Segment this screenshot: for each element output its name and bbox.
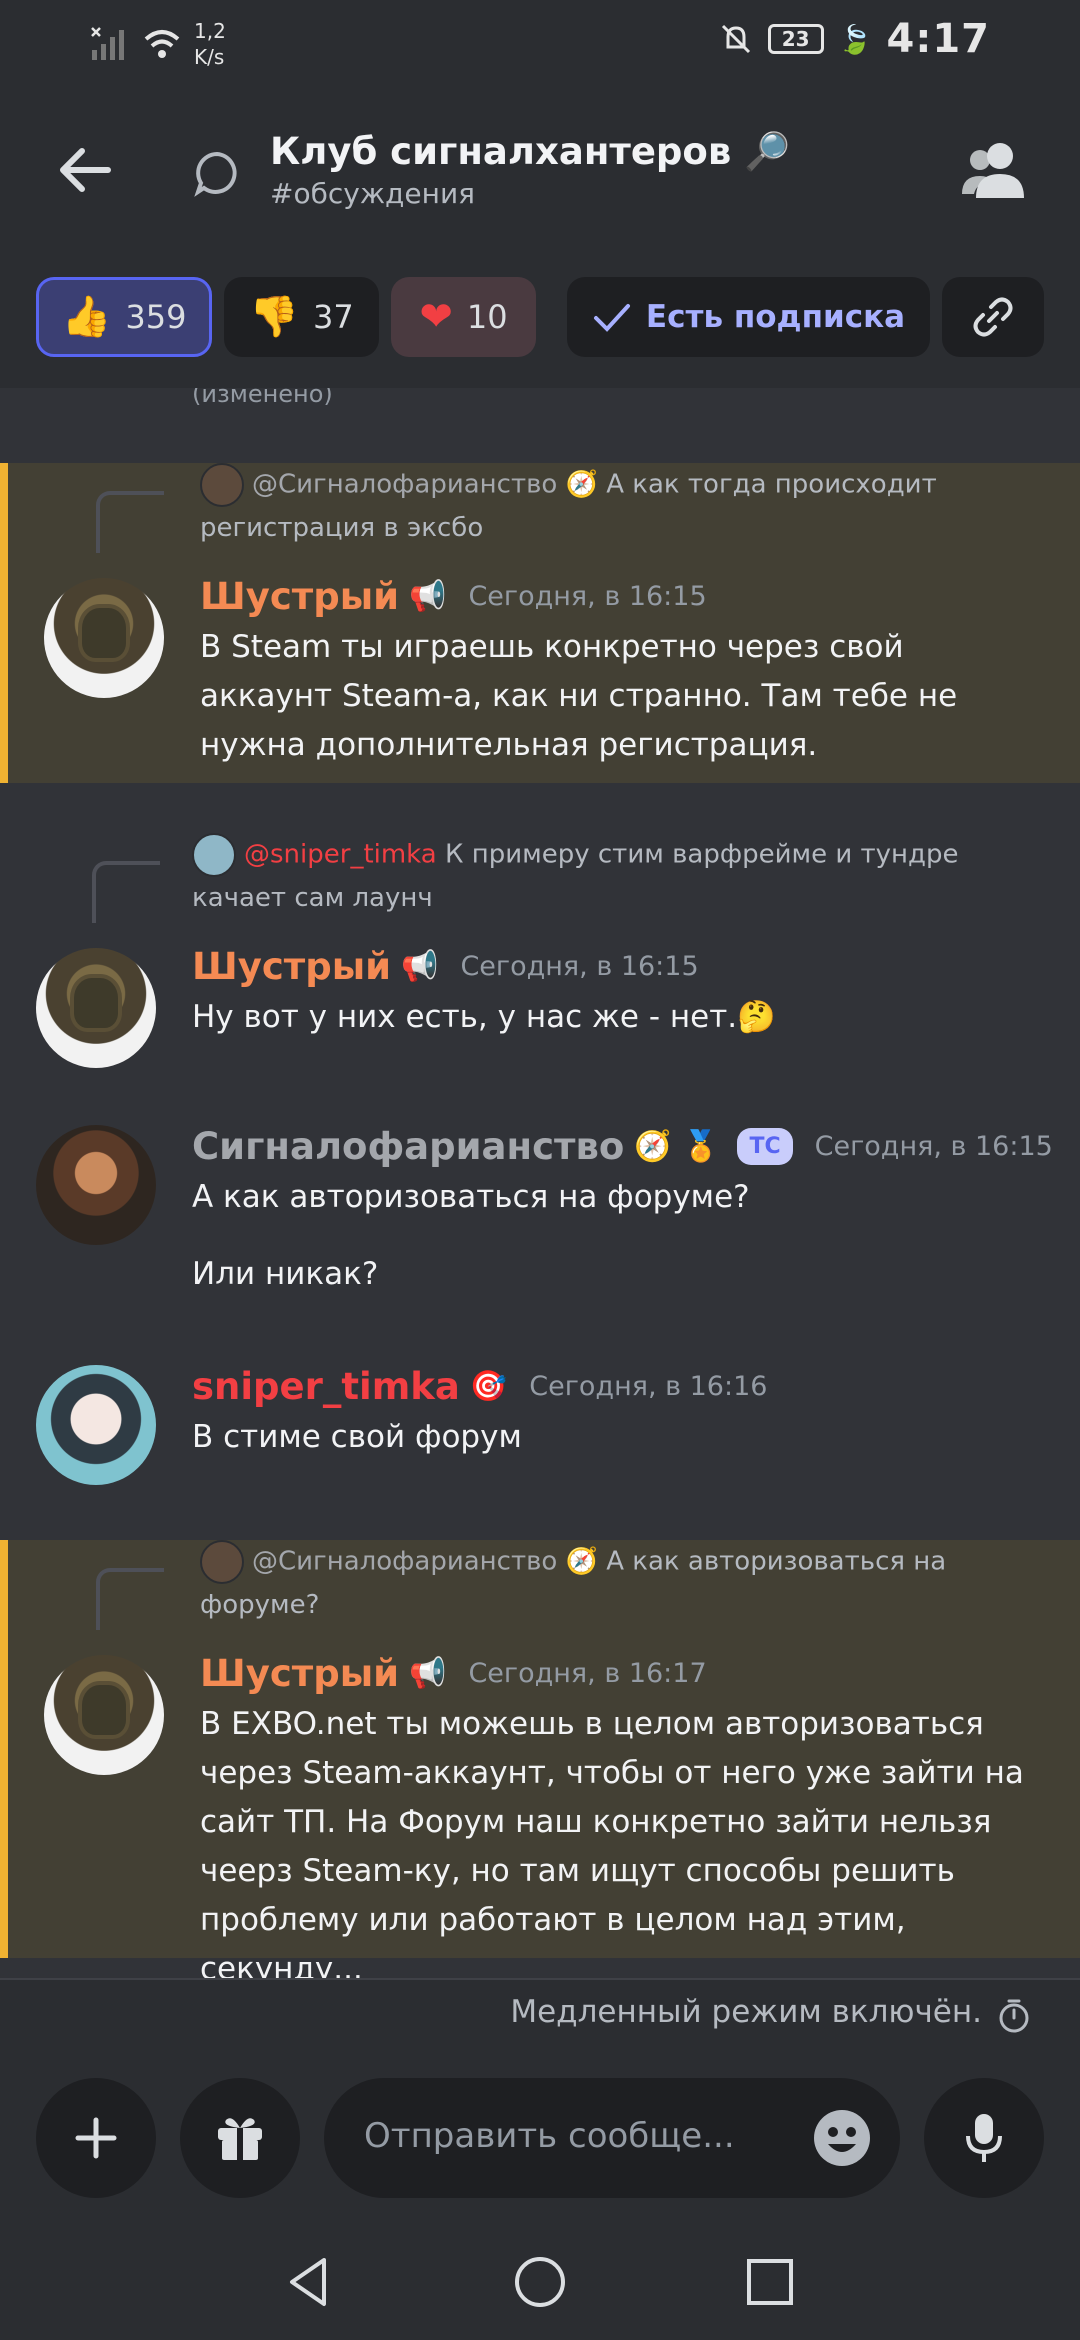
reaction-bar: 👍 359 👎 37 ❤ 10 Есть подписка bbox=[0, 255, 1080, 388]
microphone-icon bbox=[966, 2114, 1002, 2162]
message-list[interactable]: (изменено) @Сигналофарианство 🧭 А как то… bbox=[0, 388, 1080, 2058]
thread-title[interactable]: Клуб сигналхантеров 🔎 bbox=[270, 130, 790, 174]
timestamp: Сегодня, в 16:15 bbox=[814, 1131, 1053, 1162]
message-text: А как авторизоваться на форуме? bbox=[192, 1179, 750, 1215]
leaf-icon: 🍃 bbox=[837, 22, 873, 56]
reply-preview[interactable]: @sniper_timka К примеру стим варфрейме и… bbox=[192, 833, 1020, 920]
gift-icon bbox=[218, 2118, 262, 2160]
voice-message-button[interactable] bbox=[924, 2078, 1044, 2198]
megaphone-icon: 📢 bbox=[401, 948, 439, 984]
message-header: sniper_timka 🎯 Сегодня, в 16:16 bbox=[192, 1365, 767, 1408]
bell-muted-icon bbox=[721, 24, 750, 54]
follow-button[interactable]: Есть подписка bbox=[567, 277, 930, 357]
message-text: Ну вот у них есть, у нас же - нет.🤔 bbox=[192, 999, 776, 1035]
reply-author: @Сигналофарианство 🧭 bbox=[252, 469, 598, 500]
reply-author: @Сигналофарианство 🧭 bbox=[252, 1546, 598, 1577]
author-name[interactable]: sniper_timka bbox=[192, 1365, 460, 1408]
nav-home-icon[interactable] bbox=[510, 2252, 570, 2312]
follow-label: Есть подписка bbox=[645, 299, 906, 335]
signal-icon bbox=[91, 27, 124, 60]
message[interactable]: @Сигналофарианство 🧭 А как авторизоватьс… bbox=[0, 1540, 1080, 1987]
message-composer: Отправить сообще... bbox=[0, 2050, 1080, 2220]
timestamp: Сегодня, в 16:16 bbox=[529, 1371, 768, 1402]
thread-icon bbox=[194, 151, 237, 197]
nav-recents-icon[interactable] bbox=[740, 2252, 800, 2312]
link-icon bbox=[973, 297, 1013, 337]
badge-icons: 🧭 🏅 bbox=[634, 1128, 720, 1164]
reply-avatar bbox=[200, 1540, 244, 1584]
nav-back-icon[interactable] bbox=[280, 2252, 340, 2312]
author-name[interactable]: Шустрый bbox=[200, 1652, 399, 1695]
reply-author: @sniper_timka bbox=[244, 839, 437, 870]
checkmark-icon bbox=[593, 304, 630, 332]
members-icon[interactable] bbox=[960, 138, 1030, 202]
message-header: Шустрый 📢 Сегодня, в 16:15 bbox=[200, 575, 707, 618]
timestamp: Сегодня, в 16:17 bbox=[468, 1658, 707, 1689]
status-bar: 1,2 K/s 23 🍃 4:17 bbox=[0, 0, 1080, 80]
channel-name[interactable]: #обсуждения bbox=[270, 177, 475, 210]
reaction-dislike[interactable]: 👎 37 bbox=[224, 277, 379, 357]
channel-header: Клуб сигналхантеров 🔎 #обсуждения bbox=[0, 80, 1080, 255]
timer-icon bbox=[999, 1999, 1029, 2033]
target-badge-icon: 🎯 bbox=[469, 1368, 508, 1404]
avatar[interactable] bbox=[44, 1655, 164, 1775]
avatar[interactable] bbox=[36, 948, 156, 1068]
battery-indicator: 23 bbox=[767, 24, 824, 54]
message-text: В стиме свой форум bbox=[192, 1419, 522, 1455]
message[interactable]: @sniper_timka К примеру стим варфрейме и… bbox=[0, 833, 1080, 1073]
message-header: Шустрый 📢 Сегодня, в 16:17 bbox=[200, 1652, 707, 1695]
plus-icon bbox=[75, 2117, 117, 2159]
megaphone-icon: 📢 bbox=[409, 1655, 447, 1691]
net-speed: 1,2 K/s bbox=[194, 19, 226, 69]
reply-preview[interactable]: @Сигналофарианство 🧭 А как авторизоватьс… bbox=[200, 1540, 1020, 1627]
reply-preview[interactable]: @Сигналофарианство 🧭 А как тогда происхо… bbox=[200, 463, 1020, 550]
avatar[interactable] bbox=[36, 1125, 156, 1245]
heart-icon: ❤ bbox=[419, 294, 453, 340]
slow-mode-text: Медленный режим включён. bbox=[510, 1994, 982, 2030]
megaphone-icon: 📢 bbox=[409, 578, 447, 614]
message[interactable]: Сигналофарианство 🧭 🏅 TC Сегодня, в 16:1… bbox=[0, 1125, 1080, 1325]
reaction-count: 10 bbox=[466, 298, 508, 336]
reply-avatar bbox=[200, 463, 244, 507]
message[interactable]: @Сигналофарианство 🧭 А как тогда происхо… bbox=[0, 463, 1080, 783]
clock: 4:17 bbox=[886, 16, 990, 62]
role-badge: TC bbox=[737, 1128, 793, 1165]
gift-button[interactable] bbox=[180, 2078, 300, 2198]
message-header: Сигналофарианство 🧭 🏅 TC Сегодня, в 16:1… bbox=[192, 1125, 1053, 1168]
thumbs-down-icon: 👎 bbox=[249, 294, 300, 340]
message[interactable]: sniper_timka 🎯 Сегодня, в 16:16 В стиме … bbox=[0, 1365, 1080, 1485]
attach-button[interactable] bbox=[36, 2078, 156, 2198]
copy-link-button[interactable] bbox=[942, 277, 1044, 357]
author-name[interactable]: Шустрый bbox=[192, 945, 391, 988]
message-header: Шустрый 📢 Сегодня, в 16:15 bbox=[192, 945, 699, 988]
slow-mode-notice: Медленный режим включён. bbox=[0, 1978, 1080, 2050]
author-name[interactable]: Сигналофарианство bbox=[192, 1125, 624, 1168]
reaction-heart[interactable]: ❤ 10 bbox=[391, 277, 536, 357]
author-name[interactable]: Шустрый bbox=[200, 575, 399, 618]
wifi-icon bbox=[144, 30, 180, 58]
avatar[interactable] bbox=[44, 578, 164, 698]
avatar[interactable] bbox=[36, 1365, 156, 1485]
timestamp: Сегодня, в 16:15 bbox=[460, 951, 699, 982]
thumbs-up-icon: 👍 bbox=[61, 294, 112, 340]
back-arrow-icon[interactable] bbox=[50, 135, 120, 205]
emoji-icon[interactable] bbox=[812, 2108, 872, 2168]
message-input-placeholder: Отправить сообще... bbox=[364, 2116, 735, 2156]
timestamp: Сегодня, в 16:15 bbox=[468, 581, 707, 612]
reaction-count: 359 bbox=[125, 298, 187, 336]
reaction-count: 37 bbox=[313, 298, 354, 336]
message-text: В EXBO.net ты можешь в целом авторизоват… bbox=[200, 1706, 1024, 1987]
system-nav-bar bbox=[0, 2220, 1080, 2340]
message-text: В Steam ты играешь конкретно через свой … bbox=[200, 629, 958, 763]
message-input[interactable]: Отправить сообще... bbox=[324, 2078, 900, 2198]
message-text: Или никак? bbox=[192, 1256, 379, 1292]
edited-label: (изменено) bbox=[192, 388, 333, 408]
reply-avatar bbox=[192, 833, 236, 877]
reaction-like[interactable]: 👍 359 bbox=[36, 277, 212, 357]
